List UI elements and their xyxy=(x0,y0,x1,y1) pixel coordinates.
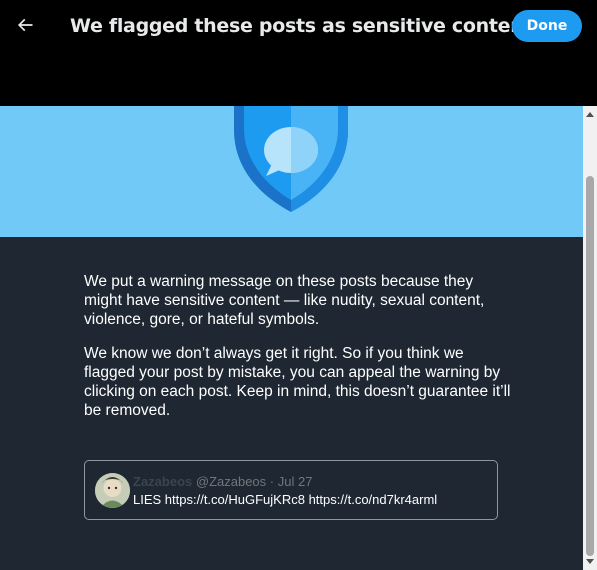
illustration-banner xyxy=(0,106,583,237)
post-separator: · xyxy=(269,474,275,489)
flagged-post-card[interactable]: Zazabeos @Zazabeos · Jul 27 LIES https:/… xyxy=(84,460,498,520)
scrollbar-thumb[interactable] xyxy=(586,176,594,556)
content-panel: We put a warning message on these posts … xyxy=(0,237,583,570)
vertical-scrollbar[interactable] xyxy=(583,106,597,570)
back-button[interactable] xyxy=(8,8,42,42)
caret-down-icon xyxy=(586,559,594,564)
post-handle: @Zazabeos xyxy=(195,474,267,489)
scroll-down-button[interactable] xyxy=(583,554,597,570)
caret-up-icon xyxy=(586,112,594,117)
post-display-name: Zazabeos xyxy=(133,474,193,489)
done-button[interactable]: Done xyxy=(512,10,582,42)
post-date: Jul 27 xyxy=(277,474,313,489)
appeal-paragraph: We know we don’t always get it right. So… xyxy=(84,345,511,419)
page-title: We flagged these posts as sensitive cont… xyxy=(70,15,533,37)
shield-message-icon xyxy=(234,106,348,212)
post-header: Zazabeos @Zazabeos · Jul 27 xyxy=(133,474,312,490)
arrow-left-icon xyxy=(17,18,33,32)
modal-header: We flagged these posts as sensitive cont… xyxy=(0,0,597,106)
avatar xyxy=(95,473,130,508)
scroll-up-button[interactable] xyxy=(583,106,597,122)
post-text: LIES https://t.co/HuGFujKRc8 https://t.c… xyxy=(133,492,438,507)
explanation-paragraph: We put a warning message on these posts … xyxy=(84,273,485,328)
